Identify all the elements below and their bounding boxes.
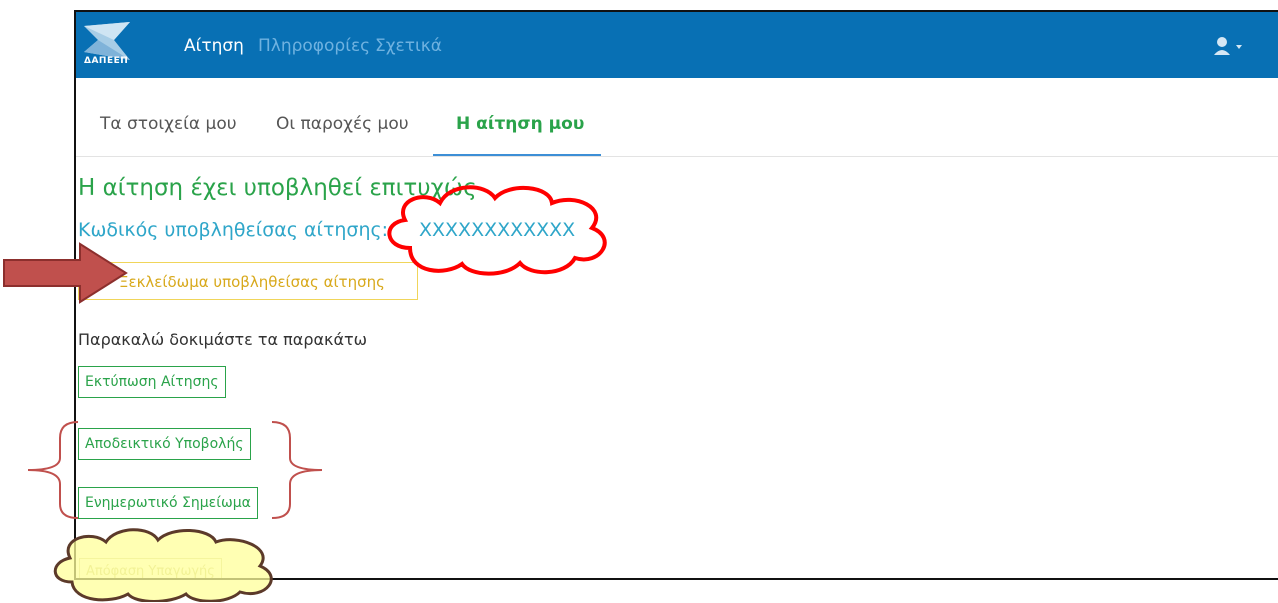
helper-text: Παρακαλώ δοκιμάστε τα παρακάτω	[78, 330, 368, 349]
logo-text: ΔΑΠΕΕΠ	[84, 56, 129, 66]
application-code-value: XXXXXXXXXXXX	[419, 219, 576, 241]
nav-link-about[interactable]: Σχετικά	[375, 36, 442, 56]
inclusion-decision-button: Απόφαση Υπαγωγής	[79, 558, 222, 578]
tab-my-details[interactable]: Τα στοιχεία μου	[100, 114, 237, 134]
nav-link-application[interactable]: Αίτηση	[184, 36, 244, 56]
top-navbar: ΔΑΠΕΕΠ Αίτηση Πληροφορίες Σχετικά	[76, 12, 1278, 78]
active-tab-indicator	[433, 154, 601, 156]
success-title: Η αίτηση έχει υποβληθεί επιτυχώς	[78, 175, 477, 201]
tab-my-supplies[interactable]: Οι παροχές μου	[276, 114, 409, 134]
unlock-application-button[interactable]: Ξεκλείδωμα υποβληθείσας αίτησης	[78, 262, 418, 300]
user-icon	[1214, 37, 1230, 55]
nav-link-information[interactable]: Πληροφορίες	[258, 36, 370, 56]
information-note-button[interactable]: Ενημερωτικό Σημείωμα	[78, 487, 258, 519]
caret-down-icon	[1236, 45, 1242, 49]
print-application-button[interactable]: Εκτύπωση Αίτησης	[78, 366, 226, 398]
app-window: ΔΑΠΕΕΠ Αίτηση Πληροφορίες Σχετικά Τα στο…	[74, 10, 1278, 580]
application-code-label: Κωδικός υποβληθείσας αίτησης:	[78, 219, 389, 241]
tab-my-application[interactable]: Η αίτηση μου	[456, 114, 584, 134]
submission-receipt-button[interactable]: Αποδεικτικό Υποβολής	[78, 428, 251, 460]
user-menu[interactable]	[1214, 36, 1254, 56]
tab-bar: Τα στοιχεία μου Οι παροχές μου Η αίτηση …	[76, 78, 1278, 157]
